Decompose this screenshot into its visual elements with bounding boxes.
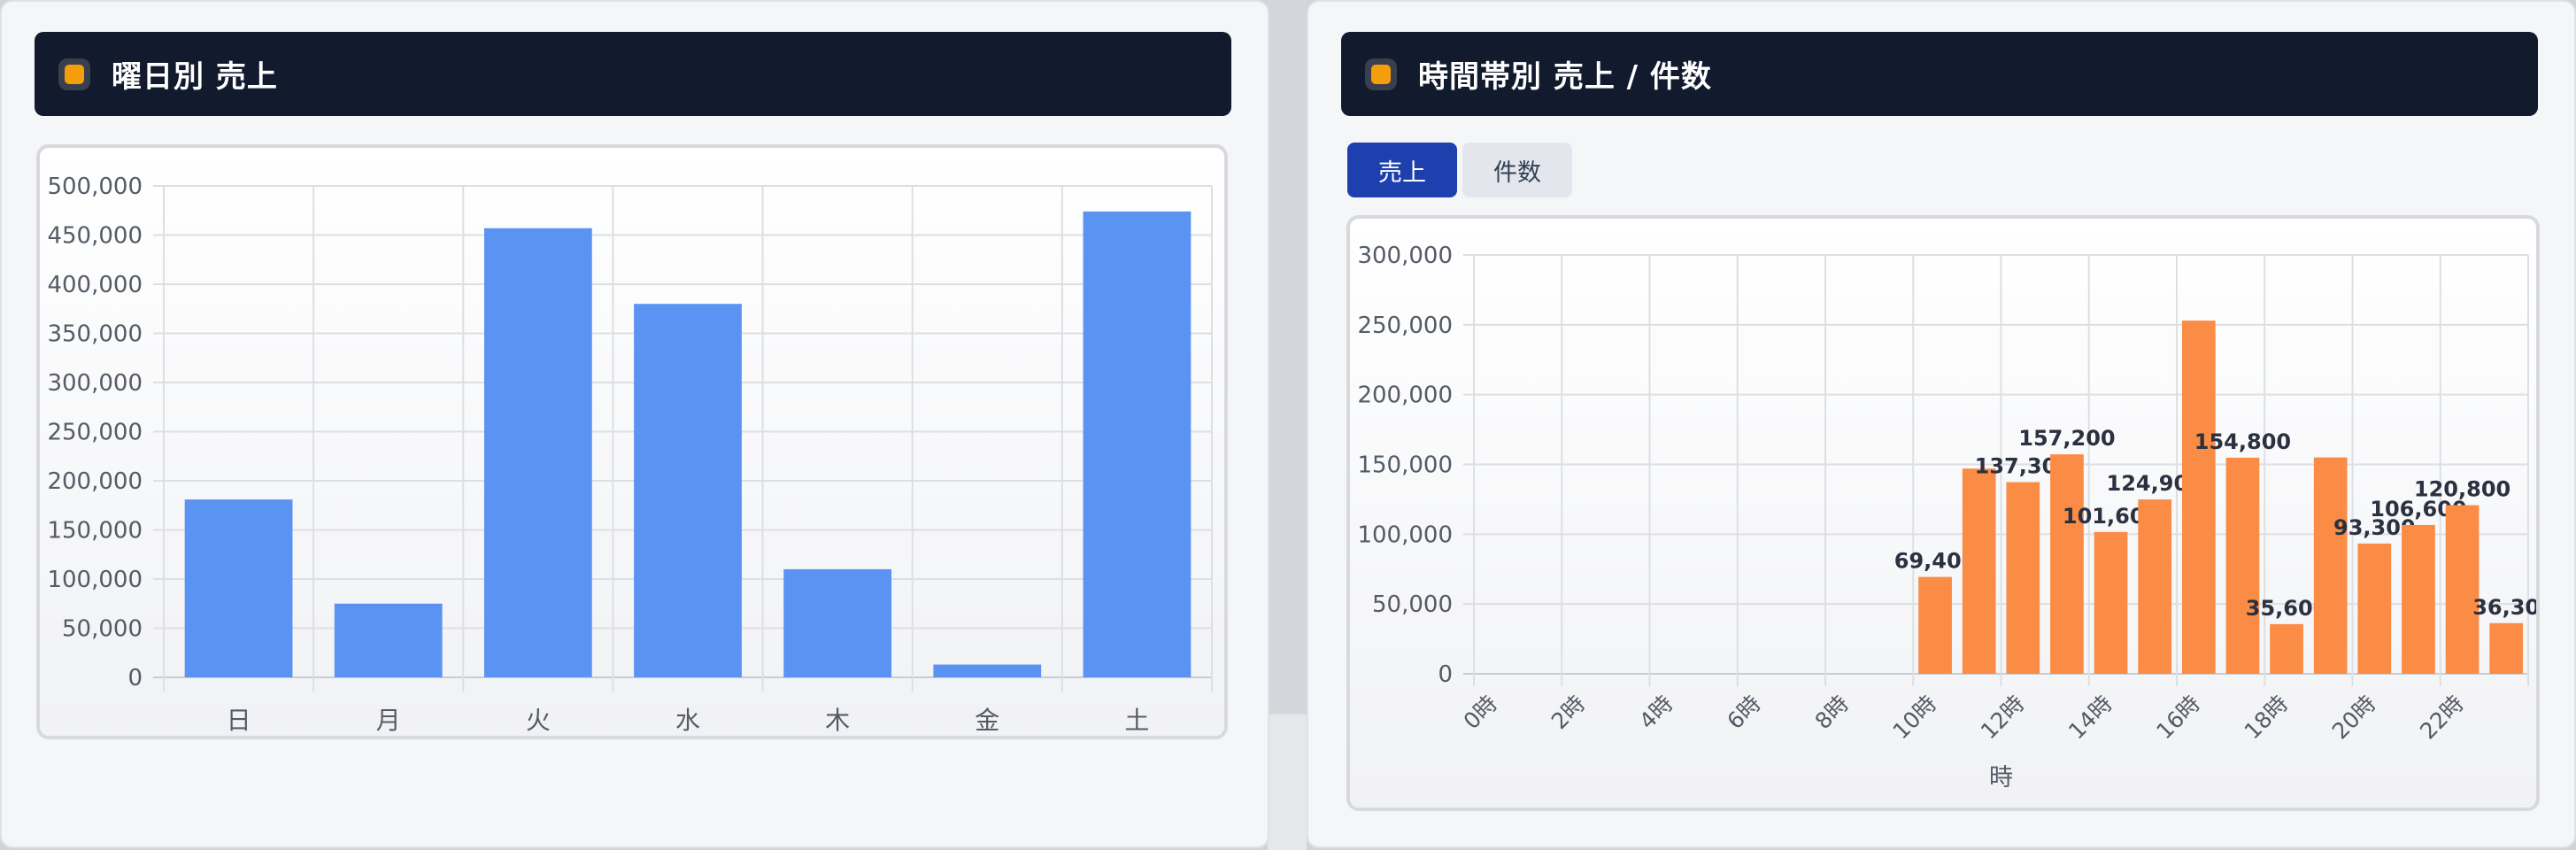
x-tick-label: 木 [825, 706, 850, 735]
bar [2357, 543, 2392, 674]
bar [634, 304, 742, 677]
hourly-sales-chart: 0 50,000 100,000 150,000 200,000 250,000 300,0… [1357, 243, 2540, 792]
x-tick-label: 10時 [1888, 691, 1942, 745]
hourly-sales-header: 時間帯別 売上 / 件数 [1341, 32, 2538, 116]
y-tick-label: 100,000 [1357, 522, 1453, 548]
data-label: 36,30 [2472, 595, 2536, 620]
y-tick-label: 150,000 [47, 518, 143, 545]
x-axis-label: 時 [1989, 764, 2013, 792]
hourly-sales-title: 時間帯別 売上 / 件数 [1418, 59, 1712, 95]
weekday-sales-chart: 0 50,000 100,000 150,000 200,000 250,000 300,0… [47, 174, 1213, 735]
y-tick-label: 200,000 [47, 468, 143, 495]
data-label: 154,800 [2194, 429, 2291, 454]
y-tick-label: 300,000 [1357, 243, 1453, 269]
x-tick-label: 火 [526, 706, 551, 735]
x-tick-label: 金 [975, 706, 999, 735]
hourly-sales-panel: 時間帯別 売上 / 件数 売上 件数 0 50,000 100,000 150,000… [1307, 0, 2576, 848]
square-bullet-icon [1365, 58, 1397, 90]
metric-tabs: 売上 件数 [1347, 143, 1572, 197]
bar [2270, 623, 2303, 674]
bar [483, 228, 592, 677]
x-tick-label: 14時 [2063, 691, 2117, 745]
bar [783, 568, 892, 677]
bar [1962, 468, 1996, 674]
bar [2050, 454, 2084, 674]
x-tick-label: 20時 [2327, 691, 2381, 745]
weekday-sales-panel: 曜日別 売上 0 50,000 100,000 150,000 200,000 250,0… [0, 0, 1269, 848]
x-tick-label: 土 [1124, 706, 1149, 735]
weekday-sales-title: 曜日別 売上 [112, 59, 278, 95]
y-tick-label: 50,000 [62, 616, 143, 643]
weekday-sales-chart-frame: 0 50,000 100,000 150,000 200,000 250,000 300,0… [36, 144, 1228, 739]
bar [933, 664, 1042, 677]
data-label: 157,200 [2018, 426, 2115, 451]
y-tick-label: 300,000 [47, 370, 143, 397]
x-tick-label: 18時 [2240, 691, 2294, 745]
y-tick-label: 400,000 [47, 272, 143, 298]
y-tick-label: 0 [1438, 661, 1453, 688]
bar [2313, 457, 2348, 674]
bar [2489, 622, 2524, 674]
x-tick-label: 4時 [1634, 691, 1677, 734]
bar [2445, 505, 2480, 674]
y-tick-label: 500,000 [47, 174, 143, 200]
bar [2225, 457, 2260, 674]
panel-gap [1268, 0, 1307, 850]
weekday-sales-header: 曜日別 売上 [35, 32, 1231, 116]
y-tick-label: 250,000 [1357, 313, 1453, 339]
bar [2094, 531, 2128, 674]
bar [184, 499, 293, 677]
data-label: 120,800 [2414, 477, 2510, 502]
x-tick-label: 月 [376, 706, 401, 735]
bar [1083, 211, 1192, 678]
bar [2006, 482, 2040, 674]
y-tick-label: 100,000 [47, 567, 143, 593]
y-tick-label: 350,000 [47, 321, 143, 348]
y-tick-label: 450,000 [47, 223, 143, 250]
x-tick-label: 12時 [1976, 691, 2030, 745]
bar [334, 603, 443, 677]
hourly-sales-chart-frame: 0 50,000 100,000 150,000 200,000 250,000 300,0… [1346, 215, 2540, 811]
bar [2138, 499, 2172, 674]
bar [1918, 576, 1952, 674]
y-tick-label: 250,000 [47, 420, 143, 446]
x-tick-label: 水 [675, 706, 700, 735]
y-tick-label: 200,000 [1357, 382, 1453, 409]
x-tick-label: 日 [227, 706, 251, 735]
x-tick-label: 22時 [2415, 691, 2469, 745]
x-tick-label: 6時 [1722, 691, 1765, 734]
x-tick-label: 8時 [1810, 691, 1854, 734]
y-tick-label: 50,000 [1372, 591, 1453, 618]
tab-sales[interactable]: 売上 [1347, 143, 1457, 197]
x-tick-label: 0時 [1459, 691, 1502, 734]
x-tick-label: 2時 [1546, 691, 1590, 734]
y-tick-label: 150,000 [1357, 452, 1453, 479]
x-tick-label: 16時 [2151, 691, 2205, 745]
bar [2181, 321, 2216, 674]
square-bullet-icon [58, 58, 90, 90]
y-tick-label: 0 [127, 665, 143, 692]
tab-count[interactable]: 件数 [1462, 143, 1572, 197]
bar [2402, 524, 2435, 674]
